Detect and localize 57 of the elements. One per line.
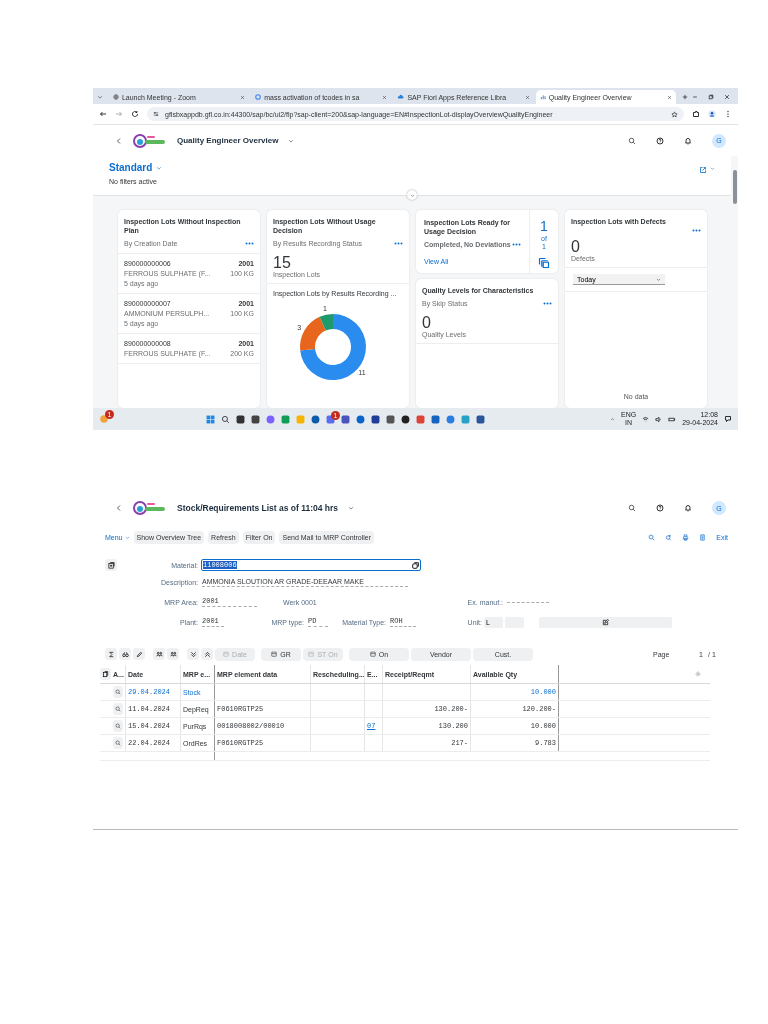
count: 1 [540,218,548,234]
search-icon[interactable] [648,533,656,541]
kpi-value: 0 [571,239,581,256]
value-help-icon[interactable] [411,560,420,570]
search-icon[interactable] [628,136,636,145]
chart-icon[interactable] [539,94,546,100]
globe-icon[interactable] [112,94,119,100]
volume-icon[interactable] [655,415,663,423]
star-icon[interactable] [671,110,678,118]
cloud-icon[interactable] [397,94,405,100]
back-icon[interactable] [99,110,107,118]
more-icon[interactable] [543,301,552,305]
kpi-value: 0 [422,315,432,332]
weather-icon[interactable] [99,414,109,424]
close-icon[interactable] [524,94,530,100]
reload-icon[interactable] [131,110,139,118]
close-icon[interactable] [667,94,672,100]
search-icon[interactable] [628,504,636,512]
search-icon[interactable] [221,414,230,424]
notification-icon[interactable] [724,415,732,423]
search-next-icon[interactable] [665,533,673,541]
app-title[interactable]: Stock/Requirements List as of 11:04 hrs [177,503,339,513]
restore-icon[interactable] [708,94,714,100]
wifi-icon[interactable] [642,415,650,423]
bell-icon[interactable] [684,504,692,512]
share-icon[interactable] [699,166,707,174]
new-tab-icon[interactable] [682,94,688,100]
help-icon[interactable] [656,504,664,512]
extensions-icon[interactable] [692,110,700,118]
caret-icon[interactable] [348,505,355,511]
kpi-value: 15 [273,255,292,272]
company-logo[interactable] [133,501,167,515]
more-icon[interactable] [512,243,521,247]
menu-icon[interactable] [724,110,732,118]
company-logo[interactable] [133,133,167,148]
battery-icon[interactable] [668,415,677,423]
close-icon[interactable] [724,94,730,100]
bell-icon[interactable] [684,136,692,145]
profile-icon[interactable] [708,110,716,118]
app-title[interactable]: Quality Engineer Overview [177,136,279,145]
caret-icon[interactable] [288,137,295,144]
more-icon[interactable] [692,229,701,233]
variant-title[interactable]: Standard [109,162,153,173]
windows-icon[interactable] [206,414,215,424]
edit-icon[interactable] [602,618,609,626]
tab-list-icon[interactable] [97,94,103,100]
calendar-icon[interactable] [271,651,278,657]
stack-icon[interactable] [538,257,550,269]
close-icon[interactable] [240,94,246,100]
scrollbar [732,170,737,204]
more-icon[interactable] [394,242,403,246]
site-settings-icon[interactable] [153,111,159,117]
close-icon[interactable] [382,94,388,100]
help-icon[interactable] [656,136,664,145]
more-icon[interactable] [245,242,254,246]
google-icon[interactable] [255,94,262,100]
print-icon[interactable] [682,533,690,541]
